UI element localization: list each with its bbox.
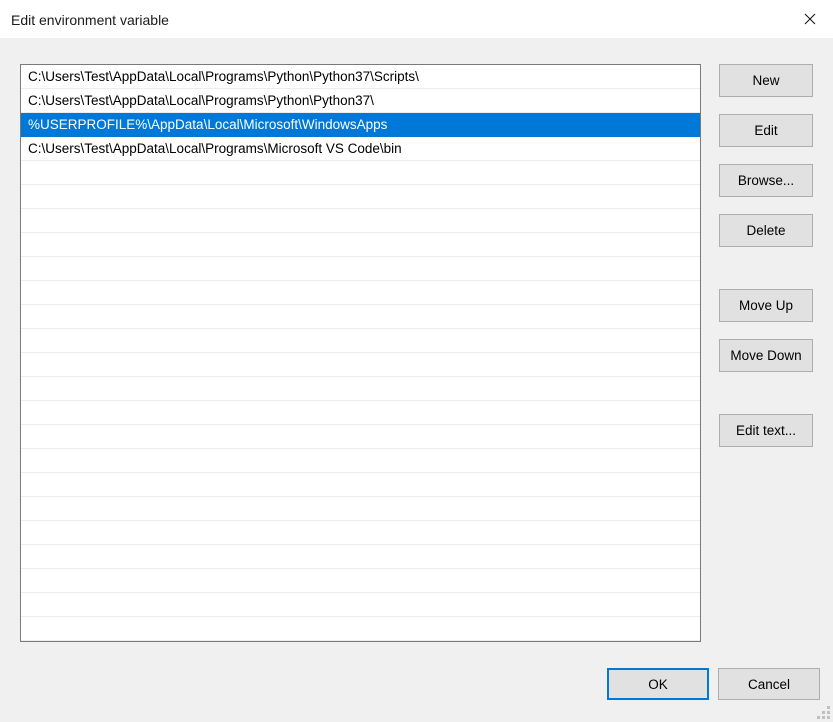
move-down-button[interactable]: Move Down	[719, 339, 813, 372]
path-list-empty-row[interactable]	[21, 185, 700, 209]
browse-button-label: Browse...	[737, 173, 795, 188]
edit-text-button[interactable]: Edit text...	[719, 414, 813, 447]
ok-button[interactable]: OK	[607, 668, 709, 700]
path-list-item[interactable]: C:\Users\Test\AppData\Local\Programs\Mic…	[21, 137, 700, 161]
path-list-empty-row[interactable]	[21, 209, 700, 233]
new-button[interactable]: New	[719, 64, 813, 97]
path-list-empty-row[interactable]	[21, 257, 700, 281]
path-list-empty-row[interactable]	[21, 233, 700, 257]
path-list-empty-row[interactable]	[21, 521, 700, 545]
new-button-label: New	[752, 73, 780, 88]
close-icon[interactable]	[787, 0, 833, 38]
path-list-empty-row[interactable]	[21, 497, 700, 521]
path-list-item[interactable]: C:\Users\Test\AppData\Local\Programs\Pyt…	[21, 89, 700, 113]
edit-text-button-label: Edit text...	[735, 423, 797, 438]
delete-button[interactable]: Delete	[719, 214, 813, 247]
path-list-empty-row[interactable]	[21, 473, 700, 497]
cancel-button-label: Cancel	[747, 676, 791, 692]
edit-button[interactable]: Edit	[719, 114, 813, 147]
path-list-empty-row[interactable]	[21, 425, 700, 449]
edit-button-label: Edit	[754, 123, 778, 138]
title-bar: Edit environment variable	[0, 0, 833, 39]
path-list-empty-row[interactable]	[21, 377, 700, 401]
browse-button[interactable]: Browse...	[719, 164, 813, 197]
move-up-button[interactable]: Move Up	[719, 289, 813, 322]
path-list-empty-row[interactable]	[21, 281, 700, 305]
move-down-button-label: Move Down	[730, 348, 802, 363]
path-list-empty-row[interactable]	[21, 617, 700, 641]
path-list-empty-row[interactable]	[21, 353, 700, 377]
move-up-button-label: Move Up	[738, 298, 794, 313]
resize-grip-icon[interactable]	[817, 706, 830, 719]
ok-button-label: OK	[648, 676, 668, 692]
cancel-button[interactable]: Cancel	[718, 668, 820, 700]
path-list-empty-row[interactable]	[21, 161, 700, 185]
path-list-empty-row[interactable]	[21, 449, 700, 473]
path-list-item[interactable]: C:\Users\Test\AppData\Local\Programs\Pyt…	[21, 65, 700, 89]
delete-button-label: Delete	[746, 223, 786, 238]
path-list-empty-row[interactable]	[21, 401, 700, 425]
path-list-empty-row[interactable]	[21, 545, 700, 569]
path-list-empty-row[interactable]	[21, 305, 700, 329]
path-list[interactable]: C:\Users\Test\AppData\Local\Programs\Pyt…	[20, 64, 701, 642]
path-list-empty-row[interactable]	[21, 329, 700, 353]
path-list-empty-row[interactable]	[21, 569, 700, 593]
path-list-empty-row[interactable]	[21, 593, 700, 617]
path-list-item[interactable]: %USERPROFILE%\AppData\Local\Microsoft\Wi…	[21, 113, 700, 137]
window-title: Edit environment variable	[11, 12, 169, 28]
